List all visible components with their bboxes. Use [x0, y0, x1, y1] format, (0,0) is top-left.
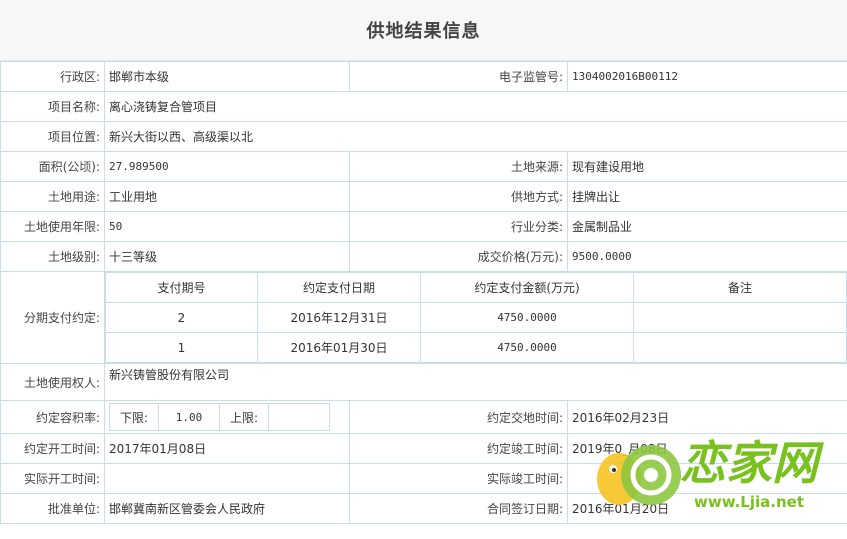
handover-date-label: 约定交地时间:	[349, 400, 568, 434]
row-land-grade: 土地级别: 十三等级 成交价格(万元): 9500.0000	[0, 241, 847, 272]
row-use-term: 土地使用年限: 50 行业分类: 金属制品业	[0, 211, 847, 242]
start-date-value: 2017年01月08日	[104, 433, 350, 464]
row-start-date: 约定开工时间: 2017年01月08日 约定竣工时间: 2019年0_月08日	[0, 433, 847, 464]
payment-table: 支付期号 约定支付日期 约定支付金额(万元) 备注 2 2016年12月31日 …	[105, 272, 847, 363]
land-use-value: 工业用地	[104, 181, 350, 212]
far-upper-label: 上限:	[219, 403, 270, 431]
location-label: 项目位置:	[0, 121, 105, 152]
holder-label: 土地使用权人:	[0, 363, 105, 401]
actual-completion-label: 实际竣工时间:	[349, 463, 568, 494]
start-date-label: 约定开工时间:	[0, 433, 105, 464]
deal-price-value: 9500.0000	[567, 241, 847, 272]
far-table: 下限: 1.00 上限:	[108, 403, 331, 431]
row-far: 约定容积率: 下限: 1.00 上限: 约定交地时间: 2016年02月23日	[0, 400, 847, 434]
use-term-label: 土地使用年限:	[0, 211, 105, 242]
payment-date: 2016年01月30日	[257, 332, 421, 363]
far-cell: 下限: 1.00 上限:	[104, 400, 350, 434]
row-actual-dates: 实际开工时间: 实际竣工时间:	[0, 463, 847, 494]
installment-label: 分期支付约定:	[0, 271, 105, 364]
far-label: 约定容积率:	[0, 400, 105, 434]
payment-amount: 4750.0000	[420, 302, 634, 333]
row-land-use: 土地用途: 工业用地 供地方式: 挂牌出让	[0, 181, 847, 212]
actual-start-label: 实际开工时间:	[0, 463, 105, 494]
payment-period: 2	[105, 302, 258, 333]
far-lower-label: 下限:	[108, 403, 160, 431]
district-value: 邯郸市本级	[104, 61, 350, 92]
payment-header-period: 支付期号	[105, 272, 258, 303]
project-name-value: 离心浇铸复合管项目	[104, 91, 847, 122]
location-value: 新兴大街以西、高级渠以北	[104, 121, 847, 152]
payment-header-date: 约定支付日期	[257, 272, 421, 303]
payment-amount: 4750.0000	[420, 332, 634, 363]
far-lower-value: 1.00	[158, 403, 221, 431]
supply-method-label: 供地方式:	[349, 181, 568, 212]
industry-value: 金属制品业	[567, 211, 847, 242]
land-source-value: 现有建设用地	[567, 151, 847, 182]
row-district: 行政区: 邯郸市本级 电子监管号: 1304002016B00112	[0, 61, 847, 92]
land-source-label: 土地来源:	[349, 151, 568, 182]
land-grade-label: 土地级别:	[0, 241, 105, 272]
contract-date-value: 2016年01月20日	[567, 493, 847, 524]
row-installment: 分期支付约定: 支付期号 约定支付日期 约定支付金额(万元) 备注 2 2016…	[0, 271, 847, 364]
approver-label: 批准单位:	[0, 493, 105, 524]
land-info-table: 行政区: 邯郸市本级 电子监管号: 1304002016B00112 项目名称:…	[0, 61, 847, 524]
deal-price-label: 成交价格(万元):	[349, 241, 568, 272]
payment-date: 2016年12月31日	[257, 302, 421, 333]
supervision-no-value: 1304002016B00112	[567, 61, 847, 92]
actual-start-value	[104, 463, 350, 494]
completion-date-label: 约定竣工时间:	[349, 433, 568, 464]
actual-completion-value	[567, 463, 847, 494]
payment-table-cell: 支付期号 约定支付日期 约定支付金额(万元) 备注 2 2016年12月31日 …	[104, 271, 847, 364]
payment-header-note: 备注	[633, 272, 847, 303]
project-name-label: 项目名称:	[0, 91, 105, 122]
payment-header-row: 支付期号 约定支付日期 约定支付金额(万元) 备注	[105, 272, 847, 303]
contract-date-label: 合同签订日期:	[349, 493, 568, 524]
holder-value: 新兴铸管股份有限公司	[104, 363, 847, 401]
page-header: 供地结果信息	[0, 0, 847, 61]
approver-value: 邯郸冀南新区管委会人民政府	[104, 493, 350, 524]
area-value: 27.989500	[104, 151, 350, 182]
payment-header-amount: 约定支付金额(万元)	[420, 272, 634, 303]
row-area: 面积(公顷): 27.989500 土地来源: 现有建设用地	[0, 151, 847, 182]
district-label: 行政区:	[0, 61, 105, 92]
row-approver: 批准单位: 邯郸冀南新区管委会人民政府 合同签订日期: 2016年01月20日	[0, 493, 847, 524]
row-location: 项目位置: 新兴大街以西、高级渠以北	[0, 121, 847, 152]
land-grade-value: 十三等级	[104, 241, 350, 272]
payment-note	[633, 302, 847, 333]
supervision-no-label: 电子监管号:	[349, 61, 568, 92]
supply-method-value: 挂牌出让	[567, 181, 847, 212]
area-label: 面积(公顷):	[0, 151, 105, 182]
payment-note	[633, 332, 847, 363]
completion-date-value: 2019年0_月08日	[567, 433, 847, 464]
far-upper-value	[268, 403, 331, 431]
land-use-label: 土地用途:	[0, 181, 105, 212]
table-row: 2 2016年12月31日 4750.0000	[105, 302, 847, 333]
payment-period: 1	[105, 332, 258, 363]
row-project-name: 项目名称: 离心浇铸复合管项目	[0, 91, 847, 122]
table-row: 1 2016年01月30日 4750.0000	[105, 332, 847, 363]
handover-date-value: 2016年02月23日	[567, 400, 847, 434]
industry-label: 行业分类:	[349, 211, 568, 242]
page-title: 供地结果信息	[366, 21, 481, 42]
use-term-value: 50	[104, 211, 350, 242]
row-holder: 土地使用权人: 新兴铸管股份有限公司	[0, 363, 847, 401]
